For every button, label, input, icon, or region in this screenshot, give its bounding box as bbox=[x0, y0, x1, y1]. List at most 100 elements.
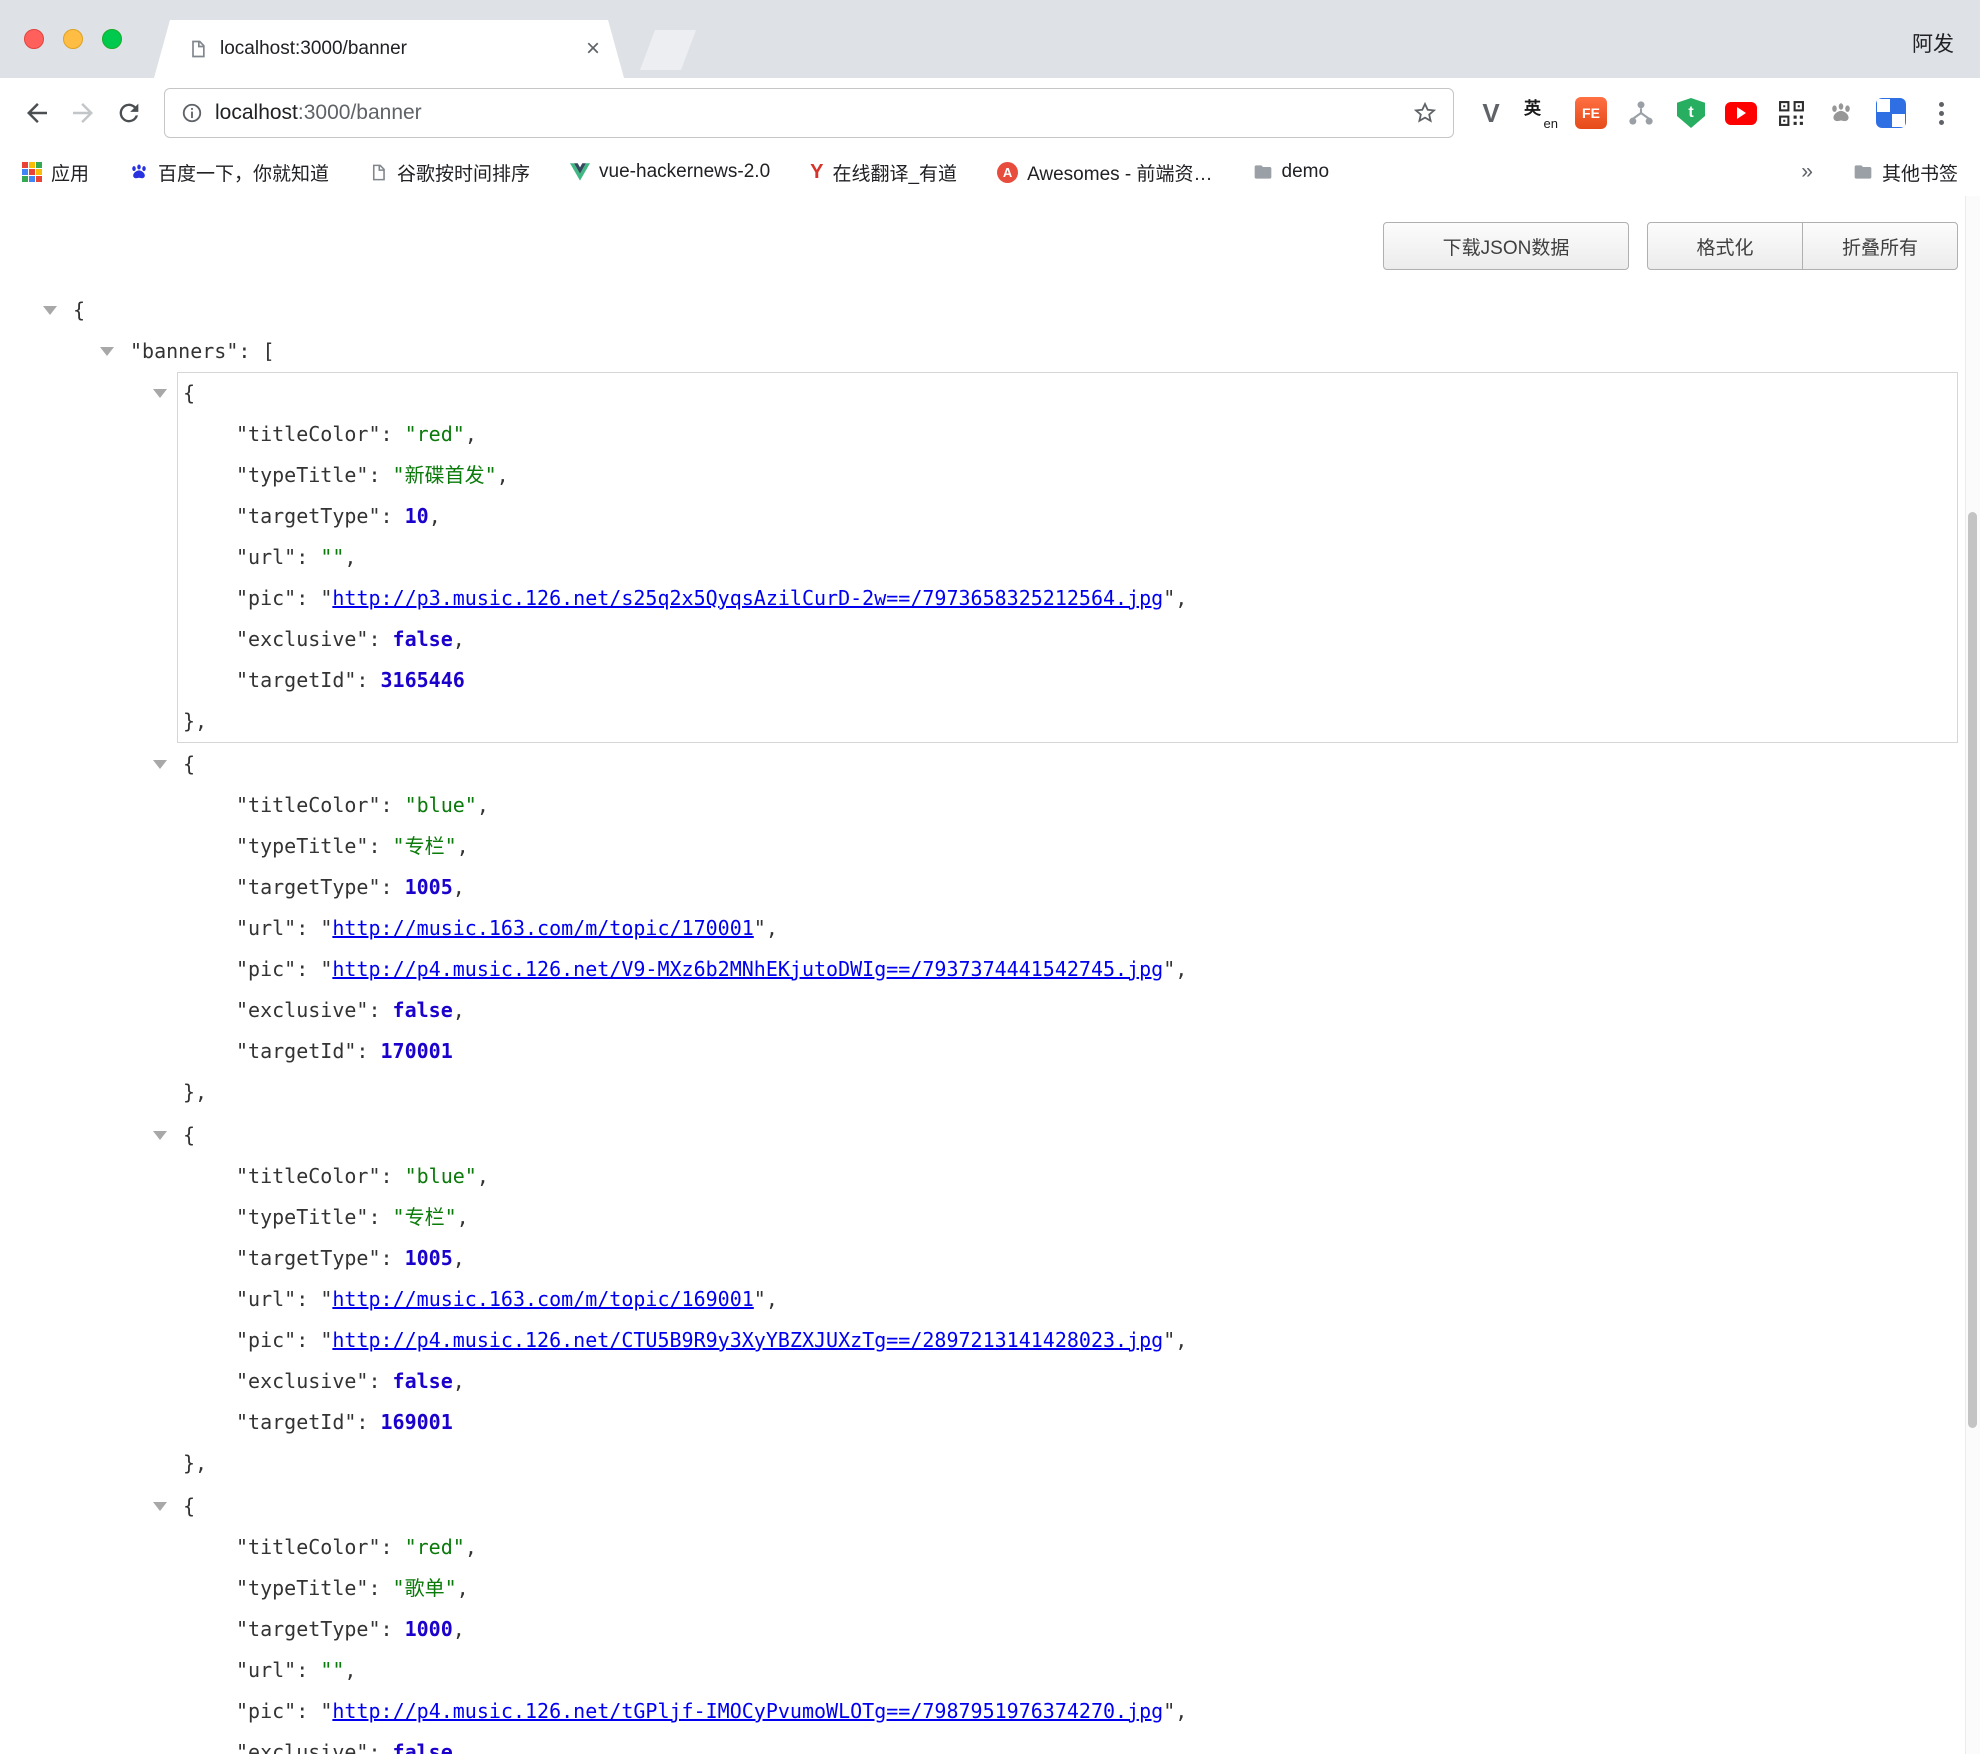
json-link[interactable]: http://music.163.com/m/topic/169001 bbox=[332, 1287, 753, 1311]
tab-title: localhost:3000/banner bbox=[220, 38, 574, 60]
bookmark-item-demo[interactable]: demo bbox=[1253, 161, 1330, 183]
json-key: "targetId" bbox=[236, 668, 356, 692]
json-link[interactable]: http://p4.music.126.net/CTU5B9R9y3XyYBZX… bbox=[332, 1328, 1163, 1352]
bookmark-item-google-sort[interactable]: 谷歌按时间排序 bbox=[369, 159, 530, 186]
format-button[interactable]: 格式化 bbox=[1647, 222, 1803, 270]
extension-qrcode[interactable] bbox=[1766, 90, 1816, 136]
json-punctuation: : bbox=[381, 1535, 405, 1559]
download-json-button[interactable]: 下载JSON数据 bbox=[1383, 222, 1629, 270]
json-punctuation: , bbox=[457, 834, 469, 858]
json-punctuation: : bbox=[381, 422, 405, 446]
json-string-value: "歌单" bbox=[393, 1576, 457, 1600]
json-key: "targetId" bbox=[236, 1039, 356, 1063]
bookmark-item-vue-hackernews[interactable]: vue-hackernews-2.0 bbox=[570, 161, 770, 183]
json-line: "typeTitle": "专栏", bbox=[178, 826, 1957, 867]
json-line: "targetId": 169001 bbox=[178, 1402, 1957, 1443]
browser-menu-button[interactable] bbox=[1916, 90, 1966, 136]
json-line: "exclusive": false, bbox=[178, 1732, 1957, 1754]
json-line: "url": "http://music.163.com/m/topic/169… bbox=[178, 1279, 1957, 1320]
bookmark-item-baidu[interactable]: 百度一下，你就知道 bbox=[129, 159, 329, 186]
collapse-triangle-icon[interactable] bbox=[153, 1131, 167, 1140]
bookmark-item-youdao[interactable]: Y 在线翻译_有道 bbox=[810, 159, 957, 186]
bookmark-label: 应用 bbox=[51, 159, 89, 186]
scrollbar-thumb[interactable] bbox=[1968, 512, 1977, 1428]
json-number-value: 3165446 bbox=[381, 668, 465, 692]
extension-vimium[interactable]: V bbox=[1466, 90, 1516, 136]
json-key: "titleColor" bbox=[236, 422, 381, 446]
translate-cn-glyph: 英 bbox=[1524, 94, 1541, 119]
other-bookmarks[interactable]: 其他书签 bbox=[1853, 159, 1958, 186]
json-line: "targetId": 170001 bbox=[178, 1031, 1957, 1072]
json-punctuation: , bbox=[453, 875, 465, 899]
json-punctuation: : bbox=[368, 1740, 392, 1754]
collapse-triangle-icon[interactable] bbox=[153, 389, 167, 398]
json-link[interactable]: http://p4.music.126.net/tGPljf-IMOCyPvum… bbox=[332, 1699, 1163, 1723]
extension-fehelper[interactable]: FE bbox=[1566, 90, 1616, 136]
collapse-triangle-icon[interactable] bbox=[43, 306, 57, 315]
collapse-triangle-icon[interactable] bbox=[100, 347, 114, 356]
json-punctuation: : bbox=[381, 793, 405, 817]
tab-close-icon[interactable]: × bbox=[586, 37, 600, 61]
collapse-triangle-icon[interactable] bbox=[153, 1502, 167, 1511]
json-punctuation: , bbox=[477, 793, 489, 817]
apps-grid-icon bbox=[22, 162, 42, 182]
json-punctuation: " bbox=[320, 916, 332, 940]
url-host: localhost bbox=[215, 101, 298, 124]
json-punctuation: : bbox=[356, 1410, 380, 1434]
json-punctuation: }, bbox=[183, 709, 207, 733]
json-key: "pic" bbox=[236, 1699, 296, 1723]
address-bar[interactable]: localhost:3000/banner bbox=[164, 88, 1454, 138]
json-number-value: 169001 bbox=[381, 1410, 453, 1434]
json-punctuation: : bbox=[296, 545, 320, 569]
new-tab-button[interactable] bbox=[640, 30, 696, 70]
collapse-triangle-icon[interactable] bbox=[153, 760, 167, 769]
zoom-window-button[interactable] bbox=[102, 29, 122, 49]
json-punctuation: , bbox=[453, 1369, 465, 1393]
json-tree: {"banners": [{"titleColor": "red","typeT… bbox=[0, 290, 1980, 1754]
collapse-all-button[interactable]: 折叠所有 bbox=[1802, 222, 1958, 270]
json-punctuation: : bbox=[296, 1328, 320, 1352]
json-line: "typeTitle": "新碟首发", bbox=[178, 455, 1957, 496]
json-key: "targetType" bbox=[236, 504, 381, 528]
close-window-button[interactable] bbox=[24, 29, 44, 49]
browser-tab[interactable]: localhost:3000/banner × bbox=[154, 20, 624, 78]
forward-button[interactable] bbox=[60, 90, 106, 136]
json-punctuation: : bbox=[381, 1164, 405, 1188]
json-punctuation: , bbox=[1175, 1699, 1187, 1723]
json-key: "targetId" bbox=[236, 1410, 356, 1434]
json-punctuation: " bbox=[754, 1287, 766, 1311]
back-button[interactable] bbox=[14, 90, 60, 136]
json-punctuation: : bbox=[381, 1246, 405, 1270]
extension-youtube[interactable] bbox=[1716, 90, 1766, 136]
json-link[interactable]: http://p3.music.126.net/s25q2x5QyqsAzilC… bbox=[332, 586, 1163, 610]
json-punctuation: " bbox=[320, 1328, 332, 1352]
vue-icon bbox=[570, 163, 590, 181]
json-punctuation: : bbox=[356, 668, 380, 692]
reload-icon bbox=[115, 99, 143, 127]
minimize-window-button[interactable] bbox=[63, 29, 83, 49]
bookmark-item-apps[interactable]: 应用 bbox=[22, 159, 89, 186]
reload-button[interactable] bbox=[106, 90, 152, 136]
extension-trafficlight[interactable]: t bbox=[1666, 90, 1716, 136]
json-link[interactable]: http://p4.music.126.net/V9-MXz6b2MNhEKju… bbox=[332, 957, 1163, 981]
url-text[interactable]: localhost:3000/banner bbox=[215, 101, 1401, 125]
bookmark-star-icon[interactable] bbox=[1413, 101, 1437, 125]
json-line: "exclusive": false, bbox=[178, 1361, 1957, 1402]
json-punctuation: : bbox=[296, 1287, 320, 1311]
bookmark-label: 在线翻译_有道 bbox=[832, 159, 957, 186]
json-key: "url" bbox=[236, 916, 296, 940]
json-object-block: {"titleColor": "blue","typeTitle": "专栏",… bbox=[177, 1114, 1958, 1485]
json-punctuation: , bbox=[766, 1287, 778, 1311]
json-punctuation: , bbox=[465, 422, 477, 446]
extension-translate[interactable]: 英 en bbox=[1516, 90, 1566, 136]
extension-proxy[interactable] bbox=[1866, 90, 1916, 136]
extension-org[interactable] bbox=[1616, 90, 1666, 136]
awesomes-icon: A bbox=[997, 162, 1018, 183]
profile-name[interactable]: 阿发 bbox=[1912, 28, 1954, 58]
bookmark-item-awesomes[interactable]: A Awesomes - 前端资… bbox=[997, 159, 1212, 186]
scrollbar-track[interactable] bbox=[1965, 196, 1980, 1754]
bookmarks-overflow-chevron[interactable]: » bbox=[1801, 160, 1813, 184]
json-punctuation: : bbox=[381, 1617, 405, 1641]
json-link[interactable]: http://music.163.com/m/topic/170001 bbox=[332, 916, 753, 940]
extension-paw[interactable] bbox=[1816, 90, 1866, 136]
